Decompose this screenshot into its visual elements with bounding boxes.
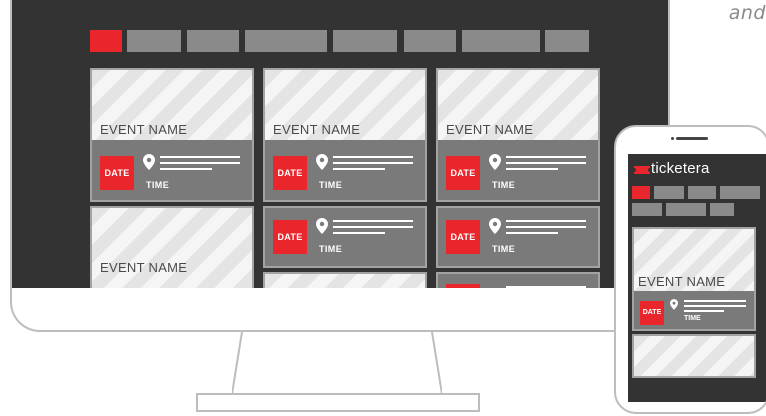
nav-pill-active[interactable] (90, 30, 122, 52)
info-line (160, 168, 212, 170)
time-label: TIME (492, 244, 516, 254)
event-card[interactable]: EVENT NAME DATE TIME (436, 68, 600, 202)
event-card-partial[interactable] (263, 272, 427, 288)
tagline-fragment: and (728, 2, 766, 24)
app-logo: ticketera (651, 160, 710, 177)
nav-pill[interactable] (127, 30, 181, 52)
location-pin-icon (316, 218, 328, 234)
info-line (684, 305, 746, 307)
date-badge: DATE (273, 220, 307, 254)
monitor-stand-base (196, 393, 480, 412)
date-badge: DATE (446, 156, 480, 190)
event-image-placeholder[interactable] (632, 334, 756, 378)
nav-pill[interactable] (245, 30, 327, 52)
info-line (684, 310, 724, 312)
phone-camera (671, 137, 674, 140)
info-line (506, 156, 586, 158)
info-line (160, 156, 240, 158)
info-line (506, 220, 586, 222)
event-image-placeholder (265, 274, 425, 288)
nav-pill[interactable] (710, 203, 734, 216)
event-card[interactable]: EVENT NAME DATE TIME (263, 68, 427, 202)
nav-pill[interactable] (462, 30, 540, 52)
info-line (333, 232, 385, 234)
location-pin-icon (670, 299, 678, 310)
info-line (506, 168, 558, 170)
nav-pill[interactable] (720, 186, 760, 199)
location-pin-icon (143, 154, 155, 170)
nav-pill[interactable] (632, 203, 662, 216)
date-badge: DATE (273, 156, 307, 190)
event-card[interactable]: DATE TIME (436, 206, 600, 268)
event-card[interactable]: EVENT NAME DATE TIME (90, 68, 254, 202)
phone-screen: ticketera EVENT NAME DATE TIME (628, 154, 766, 402)
date-badge: DATE (100, 156, 134, 190)
monitor-stand-neck (232, 332, 442, 395)
info-line (506, 226, 586, 228)
phone-device: ticketera EVENT NAME DATE TIME (614, 125, 766, 414)
info-line (506, 232, 558, 234)
location-pin-icon (316, 154, 328, 170)
nav-pill[interactable] (333, 30, 397, 52)
nav-pill[interactable] (654, 186, 684, 199)
info-line (333, 162, 413, 164)
time-label: TIME (319, 180, 343, 190)
nav-pill-active[interactable] (632, 186, 650, 199)
event-card-partial[interactable] (436, 272, 600, 288)
nav-pill[interactable] (187, 30, 239, 52)
event-name: EVENT NAME (100, 122, 188, 137)
monitor-screen: EVENT NAME DATE TIME EVENT NAME DATE TIM… (10, 0, 670, 288)
time-label: TIME (492, 180, 516, 190)
monitor-bezel (10, 288, 666, 332)
time-label: TIME (319, 244, 343, 254)
event-image-placeholder (92, 208, 252, 288)
event-name: EVENT NAME (446, 122, 534, 137)
event-name: EVENT NAME (638, 274, 726, 289)
event-card[interactable]: DATE TIME (263, 206, 427, 268)
location-pin-icon (489, 154, 501, 170)
phone-speaker (676, 137, 708, 140)
info-line (684, 300, 746, 302)
time-label: TIME (146, 180, 170, 190)
time-label: TIME (684, 315, 701, 322)
info-line (506, 162, 586, 164)
nav-pill[interactable] (688, 186, 716, 199)
nav-pill[interactable] (545, 30, 589, 52)
info-line (160, 162, 240, 164)
nav-pill[interactable] (666, 203, 706, 216)
date-badge: DATE (446, 220, 480, 254)
event-name: EVENT NAME (273, 122, 361, 137)
ticket-logo-icon (634, 166, 650, 174)
info-line (333, 220, 413, 222)
event-name: EVENT NAME (100, 260, 188, 275)
event-info-panel[interactable]: DATE TIME (632, 291, 756, 331)
nav-pill[interactable] (404, 30, 456, 52)
date-badge: DATE (640, 301, 664, 325)
info-line (333, 168, 385, 170)
info-line (333, 156, 413, 158)
location-pin-icon (489, 218, 501, 234)
info-line (333, 226, 413, 228)
event-card[interactable]: EVENT NAME (90, 206, 254, 288)
